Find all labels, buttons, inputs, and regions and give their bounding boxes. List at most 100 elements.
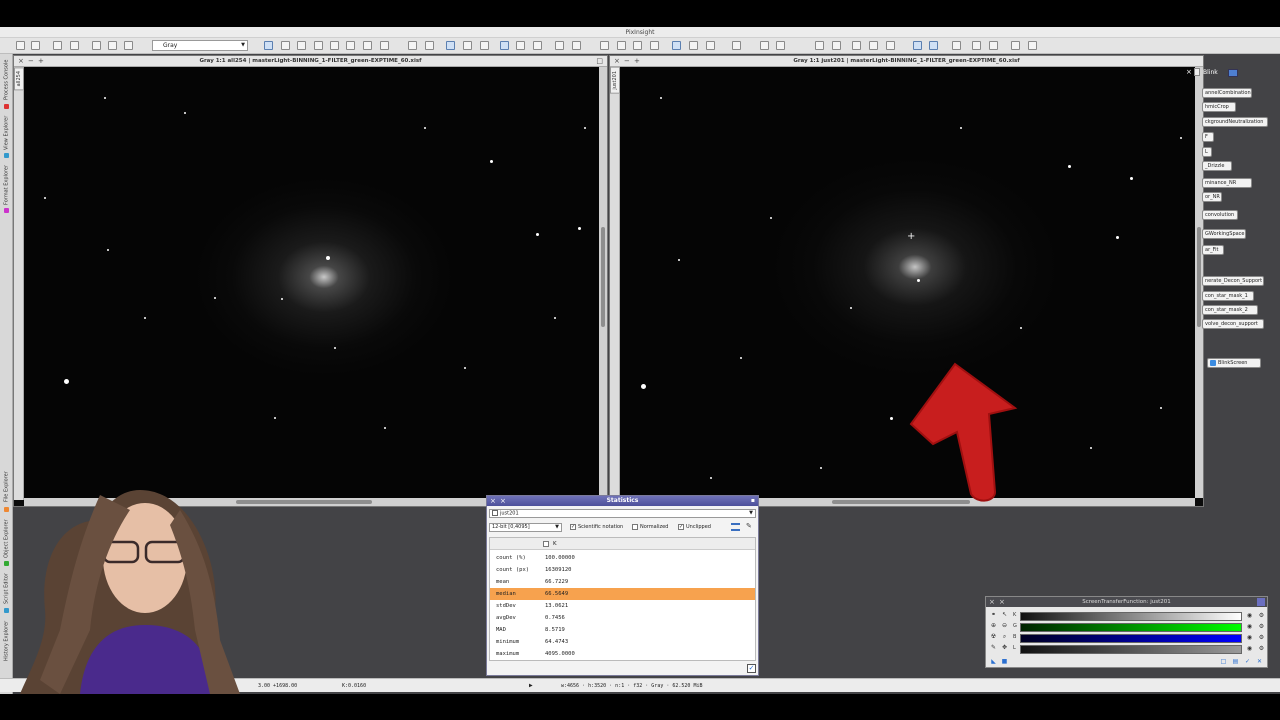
- normalized-checkbox[interactable]: Normalized: [632, 523, 668, 532]
- process-icon-linear-fit[interactable]: ar_Fit: [1202, 245, 1224, 255]
- display-normal-icon[interactable]: [500, 41, 509, 50]
- scientific-notation-checkbox[interactable]: ✓ Scientific notation: [570, 523, 623, 532]
- mask-enable-icon[interactable]: [650, 41, 659, 50]
- stf-icon[interactable]: [869, 41, 878, 50]
- wrench-icon[interactable]: ✎: [990, 644, 997, 651]
- process-icon-luminance-nr[interactable]: minance_NR: [1202, 178, 1252, 188]
- image-canvas-left[interactable]: [24, 67, 599, 498]
- blink-icon[interactable]: [1228, 69, 1238, 77]
- range-select[interactable]: 12-bit [0,4095] ▼: [489, 523, 562, 532]
- table-row[interactable]: mean 66.7229: [490, 576, 755, 588]
- view-id-tab-left[interactable]: all254: [14, 67, 24, 500]
- process-icon-channel-combination[interactable]: annelCombination: [1202, 88, 1252, 98]
- wrench-icon[interactable]: ✎: [746, 522, 752, 530]
- stf-auto-icon[interactable]: [815, 41, 824, 50]
- link-icon[interactable]: ⚭: [990, 611, 997, 618]
- cascade-icon[interactable]: [572, 41, 581, 50]
- process-icon-rgb-working-space[interactable]: GWorkingSpace: [1202, 229, 1246, 239]
- window-resize-icon[interactable]: ▪: [751, 496, 755, 506]
- list-icon[interactable]: [731, 523, 740, 531]
- table-row[interactable]: avgDev 0.7456: [490, 612, 755, 624]
- image-window-right-titlebar[interactable]: × − + Gray 1:1 just201 | masterLight-BIN…: [610, 56, 1203, 67]
- play-icon[interactable]: ▶: [529, 679, 533, 693]
- display-channel-icon[interactable]: [533, 41, 542, 50]
- process-icon-generate-decon-support[interactable]: nerate_Decon_Support: [1202, 276, 1264, 286]
- gear-icon[interactable]: ⚙: [1258, 634, 1265, 641]
- mask-icon[interactable]: [600, 41, 609, 50]
- mask-show-icon[interactable]: [633, 41, 642, 50]
- apply-icon[interactable]: ✓: [1244, 658, 1251, 665]
- statistics-titlebar[interactable]: × × Statistics ▪: [487, 496, 758, 506]
- apply-check-icon[interactable]: ✓: [747, 664, 756, 673]
- zoom-fit-icon[interactable]: [281, 41, 290, 50]
- eye-icon[interactable]: ◉: [1246, 612, 1253, 619]
- search-icon[interactable]: ⌕: [1001, 633, 1008, 640]
- window-resize-icon[interactable]: [1257, 598, 1265, 606]
- reset-icon[interactable]: □: [1220, 658, 1227, 665]
- stf-slider-b[interactable]: [1020, 634, 1242, 643]
- cancel-icon[interactable]: ✕: [1256, 658, 1263, 665]
- stf-slider-l[interactable]: [1020, 645, 1242, 654]
- gear-icon[interactable]: ⚙: [1258, 623, 1265, 630]
- rgb-icon[interactable]: [672, 41, 681, 50]
- display-mode-select[interactable]: Gray ▼: [152, 40, 248, 51]
- column-checkbox-icon[interactable]: [543, 541, 549, 547]
- close-icon[interactable]: ×: [490, 496, 496, 506]
- radiation-icon[interactable]: ☢: [990, 633, 997, 640]
- move-icon[interactable]: [330, 41, 339, 50]
- image-window-left-titlebar[interactable]: × − + Gray 1:1 all254 | masterLight-BINN…: [14, 56, 607, 67]
- zoom-icon[interactable]: ⊕: [990, 622, 997, 629]
- console-icon[interactable]: [1028, 41, 1037, 50]
- zoom-2-1-icon[interactable]: [463, 41, 472, 50]
- preview-icon[interactable]: [363, 41, 372, 50]
- redo-icon[interactable]: [31, 41, 40, 50]
- zoom-out-icon[interactable]: [425, 41, 434, 50]
- process-icon-decon-star-mask-2[interactable]: con_star_mask_2: [1202, 305, 1258, 315]
- blink-process-label[interactable]: Blink: [1203, 68, 1218, 78]
- dock-tab-format-explorer[interactable]: Format Explorer: [1, 164, 12, 206]
- zoom-1-2-icon[interactable]: [480, 41, 489, 50]
- view-select[interactable]: just201 ▼: [489, 509, 756, 518]
- open-icon[interactable]: [108, 41, 117, 50]
- close-icon[interactable]: ×: [1186, 68, 1192, 76]
- pin-icon[interactable]: ×: [999, 597, 1005, 607]
- preferences-icon[interactable]: ▤: [1232, 658, 1239, 665]
- table-row[interactable]: count (%) 100.00000: [490, 552, 755, 564]
- shade-icon[interactable]: □: [596, 56, 603, 67]
- zoom-out-icon[interactable]: ⊖: [1001, 622, 1008, 629]
- pan-icon[interactable]: [314, 41, 323, 50]
- process-icon-l[interactable]: L: [1202, 147, 1212, 157]
- cut-icon[interactable]: [53, 41, 62, 50]
- eye-icon[interactable]: ◉: [1246, 623, 1253, 630]
- pin-icon[interactable]: ×: [500, 496, 506, 506]
- stf-link-icon[interactable]: [852, 41, 861, 50]
- close-icon[interactable]: ×: [989, 597, 995, 607]
- move-icon[interactable]: ✥: [1001, 644, 1008, 651]
- process-icon-deconvolution[interactable]: convolution: [1202, 210, 1238, 220]
- project-icon[interactable]: [952, 41, 961, 50]
- process-icon-blinkscreen[interactable]: BlinkScreen: [1207, 358, 1261, 368]
- luminance-icon[interactable]: [760, 41, 769, 50]
- table-row[interactable]: maximum 4095.0000: [490, 648, 755, 660]
- pointer-icon[interactable]: ↖: [1001, 611, 1008, 618]
- eye-icon[interactable]: ◉: [1246, 645, 1253, 652]
- vertical-scrollbar-left[interactable]: [599, 67, 607, 498]
- zoom-in-icon[interactable]: [408, 41, 417, 50]
- table-row-selected[interactable]: median 66.5649: [490, 588, 755, 600]
- maximize-icon[interactable]: +: [634, 56, 640, 67]
- screen-icon[interactable]: [913, 41, 922, 50]
- dock-tab-process-console[interactable]: Process Console: [1, 58, 12, 102]
- red-channel-icon[interactable]: [689, 41, 698, 50]
- process-icon-dynamic-crop[interactable]: hmicCrop: [1202, 102, 1236, 112]
- table-row[interactable]: stdDev 13.0621: [490, 600, 755, 612]
- apply-global-icon[interactable]: ■: [1001, 658, 1008, 665]
- process-icon-color-nr[interactable]: or_NR: [1202, 192, 1222, 202]
- stf-slider-g[interactable]: [1020, 623, 1242, 632]
- scrollbar-thumb[interactable]: [1197, 227, 1201, 327]
- gear-icon[interactable]: ⚙: [1258, 645, 1265, 652]
- zoom-1-1-icon[interactable]: [446, 41, 455, 50]
- stf-reset-icon[interactable]: [832, 41, 841, 50]
- process-icon-involve-decon-support[interactable]: volve_decon_support: [1202, 319, 1264, 329]
- scrollbar-thumb[interactable]: [601, 227, 605, 327]
- green-channel-icon[interactable]: [706, 41, 715, 50]
